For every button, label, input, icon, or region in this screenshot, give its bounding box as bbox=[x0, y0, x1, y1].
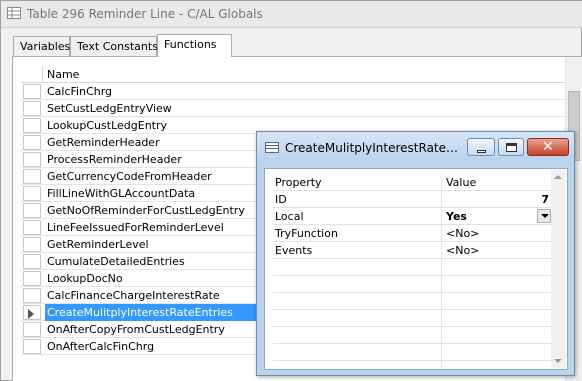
function-name[interactable]: CalcFinChrg bbox=[45, 83, 114, 100]
properties-grid: Property Value ID 7 Local Yes TryFunctio… bbox=[264, 168, 568, 370]
property-row-empty bbox=[273, 259, 551, 276]
row-selector[interactable] bbox=[23, 203, 41, 218]
column-header-property: Property bbox=[275, 176, 322, 189]
function-name[interactable]: LookupCustLedgEntry bbox=[45, 117, 169, 134]
property-name: TryFunction bbox=[275, 227, 338, 240]
property-row-local[interactable]: Local Yes bbox=[273, 208, 551, 225]
function-name[interactable]: CumulateDetailedEntries bbox=[45, 253, 187, 270]
row-selector[interactable] bbox=[23, 237, 41, 252]
close-icon: ✕ bbox=[542, 139, 554, 155]
scroll-down-icon[interactable] bbox=[554, 359, 562, 363]
properties-window-title: CreateMulitplyInterestRateEntri... bbox=[285, 141, 463, 155]
row-selector[interactable] bbox=[23, 169, 41, 184]
minimize-button[interactable] bbox=[467, 138, 495, 156]
properties-window: CreateMulitplyInterestRateEntri... ✕ Pro… bbox=[256, 131, 575, 376]
row-selector[interactable] bbox=[23, 220, 41, 235]
property-name: Local bbox=[275, 210, 304, 223]
function-row[interactable]: CalcFinChrg bbox=[21, 83, 582, 100]
close-button[interactable]: ✕ bbox=[527, 138, 569, 156]
tab-functions[interactable]: Functions bbox=[157, 34, 232, 57]
function-name[interactable]: CreateMulitplyInterestRateEntries bbox=[45, 304, 275, 321]
properties-header: Property Value bbox=[273, 174, 551, 191]
property-row-empty bbox=[273, 344, 551, 361]
row-selector[interactable] bbox=[23, 186, 41, 201]
property-value-dropdown[interactable]: Yes bbox=[441, 208, 551, 225]
function-name[interactable]: ProcessReminderHeader bbox=[45, 151, 184, 168]
property-name: ID bbox=[275, 193, 287, 206]
row-selector[interactable] bbox=[23, 339, 41, 354]
function-name[interactable]: FillLineWithGLAccountData bbox=[45, 185, 197, 202]
function-name[interactable]: CalcFinanceChargeInterestRate bbox=[45, 287, 222, 304]
current-row-arrow-icon bbox=[28, 309, 34, 319]
grid-corner bbox=[21, 66, 43, 83]
property-row-events[interactable]: Events <No> bbox=[273, 242, 551, 259]
property-value[interactable]: Yes bbox=[446, 210, 467, 223]
property-row-tryfunction[interactable]: TryFunction <No> bbox=[273, 225, 551, 242]
function-name[interactable]: LineFeeIssuedForReminderLevel bbox=[45, 219, 226, 236]
property-value[interactable]: <No> bbox=[441, 242, 551, 259]
row-selector[interactable] bbox=[23, 288, 41, 303]
property-row-empty bbox=[273, 276, 551, 293]
window-title: Table 296 Reminder Line - C/AL Globals bbox=[27, 7, 263, 21]
property-row-empty bbox=[273, 310, 551, 327]
row-selector[interactable] bbox=[23, 322, 41, 337]
function-name[interactable]: GetReminderLevel bbox=[45, 236, 151, 253]
title-bar: Table 296 Reminder Line - C/AL Globals bbox=[1, 1, 582, 28]
property-value[interactable]: <No> bbox=[441, 225, 551, 242]
column-header-name[interactable]: Name bbox=[47, 68, 79, 81]
maximize-icon bbox=[506, 143, 517, 152]
dropdown-arrow-icon[interactable] bbox=[537, 209, 551, 223]
function-row[interactable]: SetCustLedgEntryView bbox=[21, 100, 582, 117]
row-selector[interactable] bbox=[23, 118, 41, 133]
function-name[interactable]: GetNoOfReminderForCustLedgEntry bbox=[45, 202, 247, 219]
row-selector[interactable] bbox=[23, 305, 41, 320]
minimize-icon bbox=[477, 150, 486, 153]
maximize-button[interactable] bbox=[498, 138, 524, 156]
function-name[interactable]: OnAfterCalcFinChrg bbox=[45, 338, 156, 355]
function-name[interactable]: SetCustLedgEntryView bbox=[45, 100, 174, 117]
tab-variables[interactable]: Variables bbox=[13, 36, 70, 56]
properties-title-bar[interactable]: CreateMulitplyInterestRateEntri... ✕ bbox=[257, 132, 574, 160]
tab-text-constants[interactable]: Text Constants bbox=[70, 36, 158, 56]
property-row-id[interactable]: ID 7 bbox=[273, 191, 551, 208]
row-selector[interactable] bbox=[23, 254, 41, 269]
properties-scrollbar[interactable] bbox=[551, 170, 566, 368]
property-row-empty bbox=[273, 327, 551, 344]
column-header-value: Value bbox=[441, 174, 551, 191]
function-name[interactable]: GetCurrencyCodeFromHeader bbox=[45, 168, 214, 185]
row-selector[interactable] bbox=[23, 271, 41, 286]
properties-icon bbox=[265, 142, 279, 153]
row-selector[interactable] bbox=[23, 135, 41, 150]
scroll-up-icon[interactable] bbox=[554, 175, 562, 179]
row-selector[interactable] bbox=[23, 84, 41, 99]
row-selector[interactable] bbox=[23, 152, 41, 167]
property-value[interactable]: 7 bbox=[441, 191, 551, 208]
function-name[interactable]: LookupDocNo bbox=[45, 270, 125, 287]
function-name[interactable]: GetReminderHeader bbox=[45, 134, 162, 151]
grid-header: Name bbox=[21, 66, 582, 83]
function-name[interactable]: OnAfterCopyFromCustLedgEntry bbox=[45, 321, 227, 338]
table-icon bbox=[7, 7, 21, 19]
row-selector[interactable] bbox=[23, 101, 41, 116]
property-row-empty bbox=[273, 293, 551, 310]
property-name: Events bbox=[275, 244, 313, 257]
